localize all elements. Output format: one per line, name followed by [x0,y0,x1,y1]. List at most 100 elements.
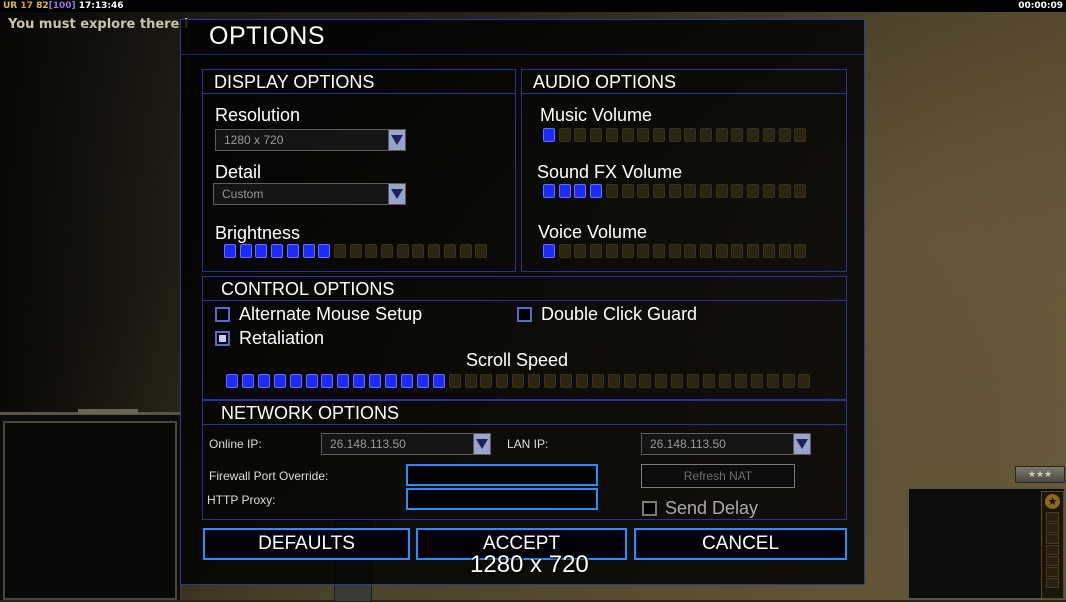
slider-segment[interactable] [574,244,587,258]
slider-segment[interactable] [668,244,681,258]
slider-segment[interactable] [671,374,684,388]
refresh-nat-button[interactable]: Refresh NAT [641,464,795,488]
slider-segment[interactable] [731,184,744,198]
slider-segment[interactable] [302,244,315,258]
slider-segment[interactable] [400,374,413,388]
slider-segment[interactable] [766,374,779,388]
slider-segment[interactable] [224,244,236,258]
slider-segment[interactable] [365,244,378,258]
slider-segment[interactable] [459,244,472,258]
alternate-mouse-checkbox[interactable] [215,307,230,322]
double-click-guard-label[interactable]: Double Click Guard [541,304,697,325]
slider-segment[interactable] [794,244,807,258]
slider-segment[interactable] [734,374,747,388]
slider-segment[interactable] [496,374,509,388]
slider-segment[interactable] [255,244,268,258]
slider-segment[interactable] [448,374,461,388]
slider-segment[interactable] [396,244,409,258]
slider-segment[interactable] [731,244,744,258]
slider-segment[interactable] [762,184,775,198]
slider-segment[interactable] [574,128,587,142]
slider-segment[interactable] [318,244,331,258]
slider-segment[interactable] [543,184,555,198]
slider-segment[interactable] [637,128,650,142]
slider-segment[interactable] [289,374,302,388]
http-proxy-input[interactable] [406,488,598,510]
slider-segment[interactable] [273,374,286,388]
slider-segment[interactable] [794,128,807,142]
chevron-down-icon[interactable] [793,434,810,454]
slider-segment[interactable] [428,244,441,258]
slider-segment[interactable] [762,244,775,258]
slider-segment[interactable] [607,374,620,388]
slider-segment[interactable] [703,374,715,388]
slider-segment[interactable] [637,244,650,258]
slider-segment[interactable] [684,244,697,258]
retaliation-label[interactable]: Retaliation [239,328,324,349]
slider-segment[interactable] [684,128,697,142]
slider-segment[interactable] [574,184,587,198]
slider-segment[interactable] [558,184,571,198]
alternate-mouse-label[interactable]: Alternate Mouse Setup [239,304,422,325]
slider-segment[interactable] [512,374,525,388]
slider-segment[interactable] [652,244,665,258]
slider-segment[interactable] [747,128,760,142]
voice-volume-slider[interactable] [543,244,810,258]
slider-segment[interactable] [528,374,541,388]
online-ip-dropdown[interactable]: 26.148.113.50 [321,433,491,455]
slider-segment[interactable] [416,374,429,388]
send-delay-label[interactable]: Send Delay [665,498,758,519]
slider-segment[interactable] [412,244,425,258]
slider-segment[interactable] [715,184,728,198]
double-click-guard-checkbox[interactable] [517,307,532,322]
cancel-button[interactable]: CANCEL [634,528,847,560]
slider-segment[interactable] [544,374,556,388]
slider-segment[interactable] [337,374,350,388]
slider-segment[interactable] [778,128,791,142]
slider-segment[interactable] [668,184,681,198]
defaults-button[interactable]: DEFAULTS [203,528,410,560]
firewall-port-input[interactable] [406,464,598,486]
slider-segment[interactable] [590,128,603,142]
slider-segment[interactable] [668,128,681,142]
brightness-slider[interactable] [224,244,491,258]
slider-segment[interactable] [623,374,636,388]
slider-segment[interactable] [652,128,665,142]
slider-segment[interactable] [464,374,477,388]
lan-ip-dropdown[interactable]: 26.148.113.50 [641,433,811,455]
slider-segment[interactable] [747,184,760,198]
slider-segment[interactable] [605,244,618,258]
detail-dropdown[interactable]: Custom [213,183,406,205]
slider-segment[interactable] [637,184,650,198]
slider-segment[interactable] [575,374,588,388]
slider-segment[interactable] [715,128,728,142]
slider-segment[interactable] [621,244,634,258]
slider-segment[interactable] [443,244,456,258]
slider-segment[interactable] [621,128,634,142]
slider-segment[interactable] [543,244,555,258]
retaliation-checkbox[interactable] [215,331,230,346]
slider-segment[interactable] [782,374,795,388]
resolution-dropdown[interactable]: 1280 x 720 [215,129,406,151]
slider-segment[interactable] [305,374,318,388]
slider-segment[interactable] [286,244,299,258]
slider-segment[interactable] [257,374,270,388]
slider-segment[interactable] [684,184,697,198]
slider-segment[interactable] [794,184,807,198]
slider-segment[interactable] [715,244,728,258]
slider-segment[interactable] [432,374,445,388]
slider-segment[interactable] [798,374,811,388]
slider-segment[interactable] [381,244,393,258]
slider-segment[interactable] [543,128,555,142]
slider-segment[interactable] [226,374,238,388]
slider-segment[interactable] [558,244,571,258]
slider-segment[interactable] [349,244,362,258]
slider-segment[interactable] [718,374,731,388]
slider-segment[interactable] [353,374,366,388]
slider-segment[interactable] [700,244,712,258]
slider-segment[interactable] [747,244,760,258]
slider-segment[interactable] [558,128,571,142]
slider-segment[interactable] [639,374,652,388]
slider-segment[interactable] [590,244,603,258]
slider-segment[interactable] [605,184,618,198]
